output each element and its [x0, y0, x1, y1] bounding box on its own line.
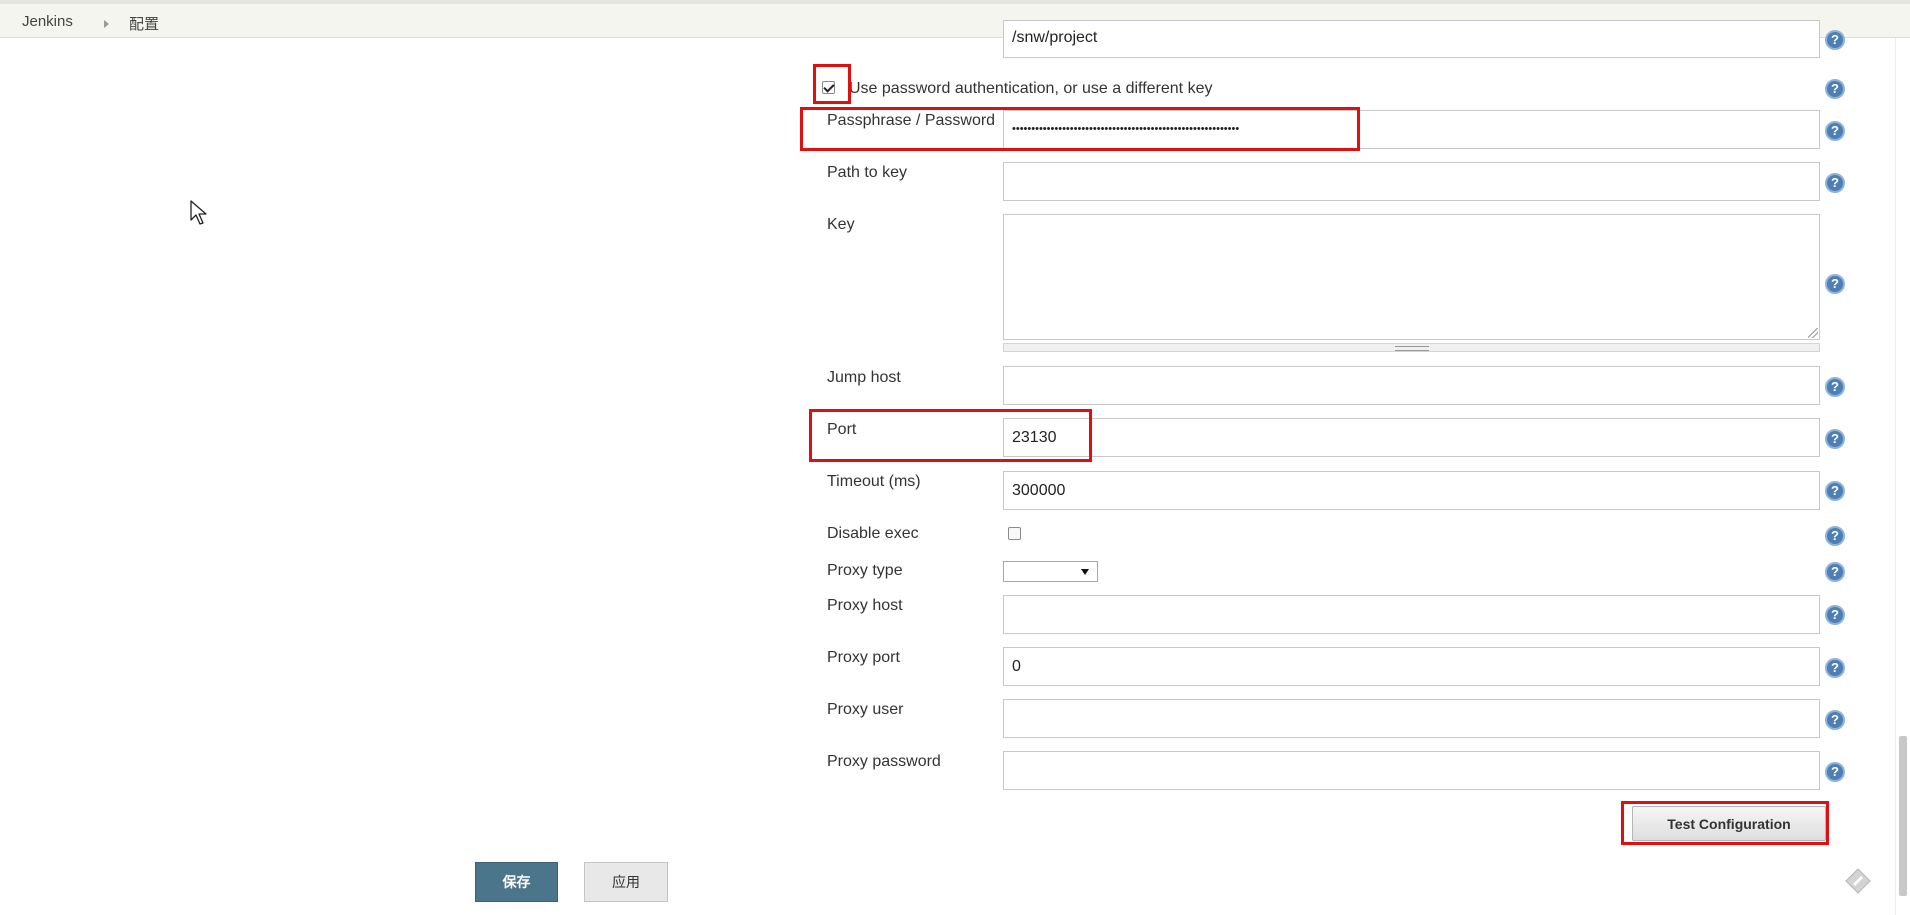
- jump-host-input[interactable]: [1003, 366, 1820, 405]
- proxy-host-input[interactable]: [1003, 595, 1820, 634]
- help-jump-host-icon[interactable]: ?: [1825, 377, 1845, 397]
- key-textarea[interactable]: [1003, 214, 1820, 340]
- help-key-icon[interactable]: ?: [1825, 274, 1845, 294]
- help-remote-directory-icon[interactable]: ?: [1825, 30, 1845, 50]
- jump-host-label: Jump host: [827, 369, 901, 386]
- help-path-to-key-icon[interactable]: ?: [1825, 173, 1845, 193]
- path-to-key-label: Path to key: [827, 164, 908, 181]
- textarea-drag-handle[interactable]: [1003, 343, 1820, 352]
- test-configuration-button[interactable]: Test Configuration: [1632, 806, 1826, 841]
- breadcrumb-item-config[interactable]: 配置: [129, 13, 159, 34]
- help-disable-exec-icon[interactable]: ?: [1825, 526, 1845, 546]
- breadcrumb-separator-icon: [104, 20, 109, 28]
- proxy-user-label: Proxy user: [827, 701, 904, 718]
- help-proxy-password-icon[interactable]: ?: [1825, 762, 1845, 782]
- breadcrumb-item-jenkins[interactable]: Jenkins: [22, 13, 73, 30]
- caret-down-icon: [1081, 569, 1089, 575]
- proxy-password-label: Proxy password: [827, 753, 941, 770]
- help-proxy-user-icon[interactable]: ?: [1825, 710, 1845, 730]
- proxy-host-label: Proxy host: [827, 597, 903, 614]
- scrollbar-thumb[interactable]: [1899, 736, 1907, 896]
- help-passphrase-icon[interactable]: ?: [1825, 121, 1845, 141]
- help-proxy-port-icon[interactable]: ?: [1825, 658, 1845, 678]
- disable-exec-checkbox[interactable]: [1008, 527, 1021, 540]
- textarea-resize-grip-icon[interactable]: [1808, 328, 1818, 338]
- proxy-type-select[interactable]: [1003, 561, 1098, 582]
- path-to-key-input[interactable]: [1003, 162, 1820, 201]
- port-label: Port: [827, 421, 857, 438]
- proxy-user-input[interactable]: [1003, 699, 1820, 738]
- timeout-input[interactable]: 300000: [1003, 471, 1820, 510]
- passphrase-input[interactable]: ••••••••••••••••••••••••••••••••••••••••…: [1003, 110, 1820, 149]
- key-label: Key: [827, 216, 855, 233]
- mouse-pointer-icon: [190, 200, 207, 225]
- jenkins-feedback-icon[interactable]: [1843, 866, 1873, 896]
- help-use-password-auth-icon[interactable]: ?: [1825, 79, 1845, 99]
- passphrase-label: Passphrase / Password: [827, 112, 996, 129]
- disable-exec-label: Disable exec: [827, 525, 919, 542]
- save-button[interactable]: 保存: [475, 862, 558, 902]
- proxy-password-input[interactable]: [1003, 751, 1820, 790]
- proxy-port-label: Proxy port: [827, 649, 900, 666]
- timeout-label: Timeout (ms): [827, 473, 921, 490]
- help-proxy-type-icon[interactable]: ?: [1825, 562, 1845, 582]
- use-password-auth-label: Use password authentication, or use a di…: [849, 80, 1213, 97]
- help-port-icon[interactable]: ?: [1825, 429, 1845, 449]
- remote-directory-value: /snw/project: [1012, 29, 1098, 46]
- help-timeout-icon[interactable]: ?: [1825, 481, 1845, 501]
- port-input[interactable]: 23130: [1003, 418, 1820, 457]
- proxy-type-label: Proxy type: [827, 562, 903, 579]
- proxy-port-input[interactable]: 0: [1003, 647, 1820, 686]
- help-proxy-host-icon[interactable]: ?: [1825, 605, 1845, 625]
- use-password-auth-checkbox[interactable]: [822, 81, 835, 94]
- remote-directory-field[interactable]: /snw/project: [1003, 20, 1820, 58]
- apply-button[interactable]: 应用: [584, 862, 668, 902]
